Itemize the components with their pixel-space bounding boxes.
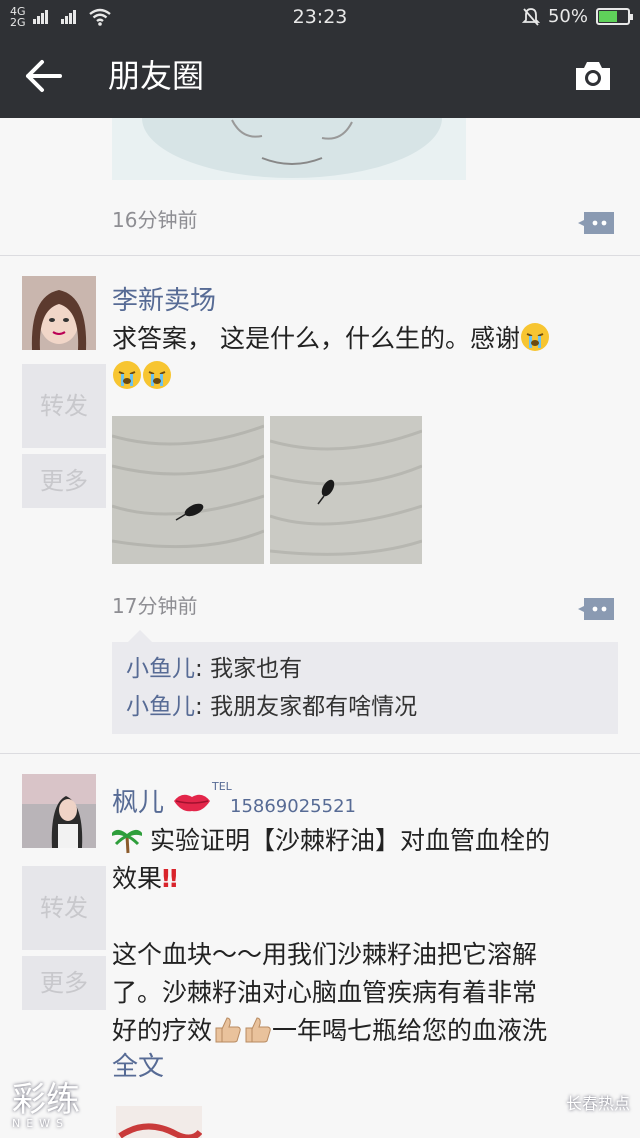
moment-post: 16分钟前 xyxy=(0,118,640,256)
moments-feed: 16分钟前 转发 更多 李新卖场 求答案， 这是什么，什么生的。感谢 17分钟前… xyxy=(0,118,640,1138)
camera-icon[interactable] xyxy=(572,56,614,96)
post-time: 16分钟前 xyxy=(112,208,198,232)
crying-emoji-icon xyxy=(113,361,141,389)
mute-bell-icon xyxy=(521,7,540,26)
page-title: 朋友圈 xyxy=(108,57,205,95)
post-photo[interactable] xyxy=(270,416,422,564)
more-button[interactable]: 更多 xyxy=(22,956,106,1010)
thumbs-up-icon xyxy=(245,1017,271,1043)
forward-button[interactable]: 转发 xyxy=(22,364,106,448)
tel-label: TEL xyxy=(212,780,232,793)
comment-icon[interactable] xyxy=(578,210,616,236)
battery-percent: 50% xyxy=(547,6,588,27)
post-image[interactable] xyxy=(116,1106,202,1138)
nav-bar: 朋友圈 xyxy=(0,34,640,118)
palm-tree-icon xyxy=(112,829,142,854)
comment-icon[interactable] xyxy=(578,596,616,622)
news-watermark-logo: 彩练 NEWS xyxy=(12,1080,80,1130)
post-text: 实验证明【沙棘籽油】对血管血栓的 效果‼ 这个血块～～用我们沙棘籽油把它溶解 了… xyxy=(112,826,550,1045)
account-watermark: 长春热点 xyxy=(565,1094,630,1113)
post-text: 求答案， 这是什么，什么生的。感谢 xyxy=(112,320,622,396)
double-exclamation-icon: ‼ xyxy=(162,864,178,893)
comment-item[interactable]: 小鱼儿: 我家也有 xyxy=(126,650,604,688)
crying-emoji-icon xyxy=(520,323,549,351)
crying-emoji-icon xyxy=(143,361,171,389)
comments-box: 小鱼儿: 我家也有 小鱼儿: 我朋友家都有啥情况 xyxy=(112,630,618,734)
post-time: 17分钟前 xyxy=(112,594,198,618)
more-button[interactable]: 更多 xyxy=(22,454,106,508)
comment-text: 我家也有 xyxy=(210,656,303,682)
comment-text: 我朋友家都有啥情况 xyxy=(210,694,418,720)
back-arrow-icon[interactable] xyxy=(20,54,68,98)
comment-author[interactable]: 小鱼儿 xyxy=(126,656,195,682)
author-name[interactable]: 枫儿 xyxy=(112,782,212,819)
lips-icon xyxy=(174,794,211,812)
avatar[interactable] xyxy=(22,774,96,848)
post-image[interactable] xyxy=(112,118,466,180)
comment-item[interactable]: 小鱼儿: 我朋友家都有啥情况 xyxy=(126,688,604,726)
status-bar: 4G 2G 23:23 50% xyxy=(0,0,640,34)
avatar[interactable] xyxy=(22,276,96,350)
author-name[interactable]: 李新卖场 xyxy=(112,280,216,317)
phone-number[interactable]: 15869025521 xyxy=(230,796,356,817)
comment-author[interactable]: 小鱼儿 xyxy=(126,694,195,720)
moment-post: 转发 更多 李新卖场 求答案， 这是什么，什么生的。感谢 17分钟前 小鱼儿: … xyxy=(0,256,640,754)
forward-button[interactable]: 转发 xyxy=(22,866,106,950)
battery-icon xyxy=(596,8,633,25)
post-photo[interactable] xyxy=(112,416,264,564)
moment-post: 转发 更多 枫儿 TEL 15869025521 实验证明【沙棘籽油】对血管血栓… xyxy=(0,754,640,1138)
thumbs-up-icon xyxy=(215,1017,241,1043)
full-text-link[interactable]: 全文 xyxy=(112,1046,164,1083)
